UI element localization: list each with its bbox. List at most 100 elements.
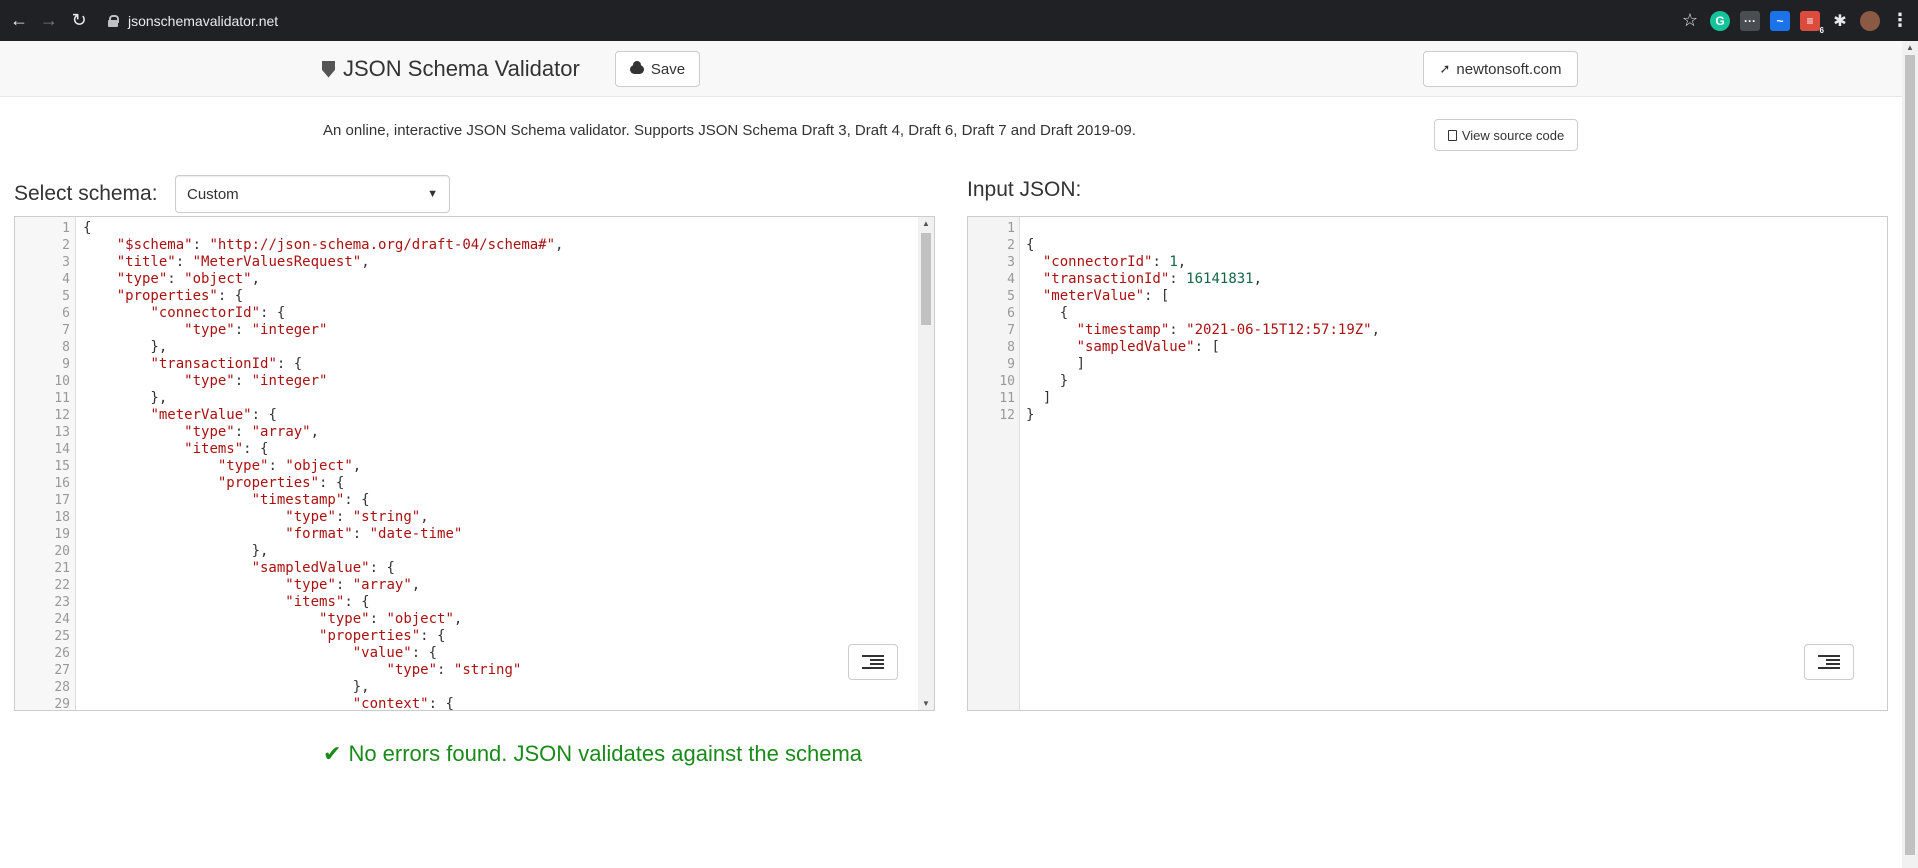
input-code-line[interactable]: 1 (968, 220, 1887, 237)
input-line-text: ] (1026, 356, 1086, 372)
schema-code-line[interactable]: 28 }, (15, 679, 934, 696)
schema-code-line[interactable]: 5 "properties": { (15, 288, 934, 305)
schema-code-line[interactable]: 14 "items": { (15, 441, 934, 458)
input-code-line[interactable]: 11 ] (968, 390, 1887, 407)
schema-code-line[interactable]: 23 "items": { (15, 594, 934, 611)
input-code-line[interactable]: 9 ] (968, 356, 1887, 373)
input-code-line[interactable]: 4 "transactionId": 16141831, (968, 271, 1887, 288)
schema-code-line[interactable]: 1{ (15, 220, 934, 237)
schema-code-line[interactable]: 7 "type": "integer" (15, 322, 934, 339)
schema-line-number: 21 (54, 561, 70, 576)
schema-scrollbar[interactable]: ▲ ▼ (918, 217, 934, 710)
input-line-text: { (1026, 305, 1069, 321)
schema-code-line[interactable]: 20 }, (15, 543, 934, 560)
schema-line-number: 16 (54, 476, 70, 491)
schema-select[interactable]: Custom ▼ (175, 175, 450, 213)
wave-extension-icon[interactable]: ~ (1770, 10, 1790, 31)
schema-line-text: "items": { (184, 441, 269, 457)
todoist-extension-icon[interactable]: ≡ 6 (1800, 10, 1824, 35)
save-button[interactable]: Save (615, 51, 700, 87)
schema-line-number: 15 (54, 459, 70, 474)
format-schema-button[interactable] (848, 644, 898, 680)
schema-code-line[interactable]: 15 "type": "object", (15, 458, 934, 475)
input-line-text: } (1026, 373, 1069, 389)
input-code-line[interactable]: 2{ (968, 237, 1887, 254)
schema-code-line[interactable]: 27 "type": "string" (15, 662, 934, 679)
bookmark-star-icon[interactable]: ☆ (1680, 10, 1700, 31)
save-label: Save (650, 60, 686, 78)
profile-avatar[interactable] (1860, 10, 1880, 31)
input-line-text: ] (1026, 390, 1052, 406)
schema-line-number: 28 (54, 680, 70, 695)
indent-icon (862, 655, 884, 657)
schema-code-line[interactable]: 4 "type": "object", (15, 271, 934, 288)
schema-line-number: 10 (54, 374, 70, 389)
schema-line-number: 11 (54, 391, 70, 406)
page-scrollbar[interactable]: ▲ (1902, 41, 1918, 868)
schema-code-line[interactable]: 16 "properties": { (15, 475, 934, 492)
site-brand[interactable]: JSON Schema Validator (322, 56, 580, 82)
schema-line-text: "type": "object", (319, 611, 463, 627)
view-source-button[interactable]: View source code (1434, 119, 1578, 151)
forward-icon[interactable]: → (38, 10, 60, 32)
schema-code-line[interactable]: 2 "$schema": "http://json-schema.org/dra… (15, 237, 934, 254)
page-description: An online, interactive JSON Schema valid… (323, 122, 1136, 139)
schema-code-line[interactable]: 11 }, (15, 390, 934, 407)
input-json-label: Input JSON: (967, 178, 1082, 201)
schema-code-line[interactable]: 26 "value": { (15, 645, 934, 662)
format-input-button[interactable] (1804, 644, 1854, 680)
schema-code-line[interactable]: 29 "context": { (15, 696, 934, 710)
input-code-line[interactable]: 5 "meterValue": [ (968, 288, 1887, 305)
site-navbar: JSON Schema Validator Save ➚ newtonsoft.… (0, 41, 1902, 97)
schema-code-line[interactable]: 3 "title": "MeterValuesRequest", (15, 254, 934, 271)
newtonsoft-link-button[interactable]: ➚ newtonsoft.com (1423, 51, 1578, 87)
schema-line-text: "title": "MeterValuesRequest", (116, 254, 370, 270)
schema-scroll-thumb[interactable] (921, 233, 931, 325)
address-bar[interactable]: jsonschemavalidator.net (108, 13, 278, 29)
input-code-line[interactable]: 6 { (968, 305, 1887, 322)
schema-code-line[interactable]: 25 "properties": { (15, 628, 934, 645)
schema-line-text: "timestamp": { (251, 492, 370, 508)
schema-code-line[interactable]: 8 }, (15, 339, 934, 356)
schema-code-line[interactable]: 18 "type": "string", (15, 509, 934, 526)
page-scroll-up-icon[interactable]: ▲ (1906, 43, 1914, 52)
schema-code: 1{2 "$schema": "http://json-schema.org/d… (15, 220, 934, 710)
schema-code-line[interactable]: 24 "type": "object", (15, 611, 934, 628)
input-code-line[interactable]: 12} (968, 407, 1887, 424)
schema-code-line[interactable]: 13 "type": "array", (15, 424, 934, 441)
schema-code-line[interactable]: 9 "transactionId": { (15, 356, 934, 373)
page-scroll-thumb[interactable] (1905, 55, 1915, 855)
schema-line-text: "transactionId": { (150, 356, 303, 372)
schema-line-text: "properties": { (319, 628, 446, 644)
input-line-number: 10 (999, 374, 1015, 389)
schema-code-line[interactable]: 6 "connectorId": { (15, 305, 934, 322)
indent-icon (1818, 655, 1840, 657)
scroll-down-icon[interactable]: ▼ (922, 699, 930, 708)
validation-message: No errors found. JSON validates against … (348, 741, 863, 766)
input-editor[interactable]: 1 2{3 "connectorId": 1, 4 "transactionId":… (967, 216, 1888, 711)
schema-code-line[interactable]: 21 "sampledValue": { (15, 560, 934, 577)
schema-line-number: 4 (62, 272, 70, 287)
input-code-line[interactable]: 7 "timestamp": "2021-06-15T12:57:19Z", (968, 322, 1887, 339)
input-code-line[interactable]: 3 "connectorId": 1, (968, 254, 1887, 271)
schema-line-text: "type": "array", (285, 577, 421, 593)
input-line-number: 9 (1007, 357, 1015, 372)
input-code-line[interactable]: 8 "sampledValue": [ (968, 339, 1887, 356)
reload-icon[interactable]: ↻ (68, 10, 90, 32)
browser-menu-icon[interactable]: ⋮ (1890, 10, 1910, 31)
grammarly-extension-icon[interactable]: G (1710, 10, 1730, 31)
back-icon[interactable]: ← (8, 10, 30, 32)
schema-code-line[interactable]: 12 "meterValue": { (15, 407, 934, 424)
scroll-up-icon[interactable]: ▲ (922, 219, 930, 228)
schema-code-line[interactable]: 10 "type": "integer" (15, 373, 934, 390)
input-code-line[interactable]: 10 } (968, 373, 1887, 390)
schema-editor[interactable]: 1{2 "$schema": "http://json-schema.org/d… (14, 216, 935, 711)
schema-code-line[interactable]: 22 "type": "array", (15, 577, 934, 594)
schema-code-line[interactable]: 17 "timestamp": { (15, 492, 934, 509)
chevron-down-icon: ▼ (427, 188, 438, 200)
schema-line-number: 7 (62, 323, 70, 338)
extensions-puzzle-icon[interactable]: ✱ (1830, 11, 1850, 31)
schema-line-text: }, (83, 679, 370, 695)
extension-dots-icon[interactable]: ··· (1740, 10, 1760, 31)
schema-code-line[interactable]: 19 "format": "date-time" (15, 526, 934, 543)
